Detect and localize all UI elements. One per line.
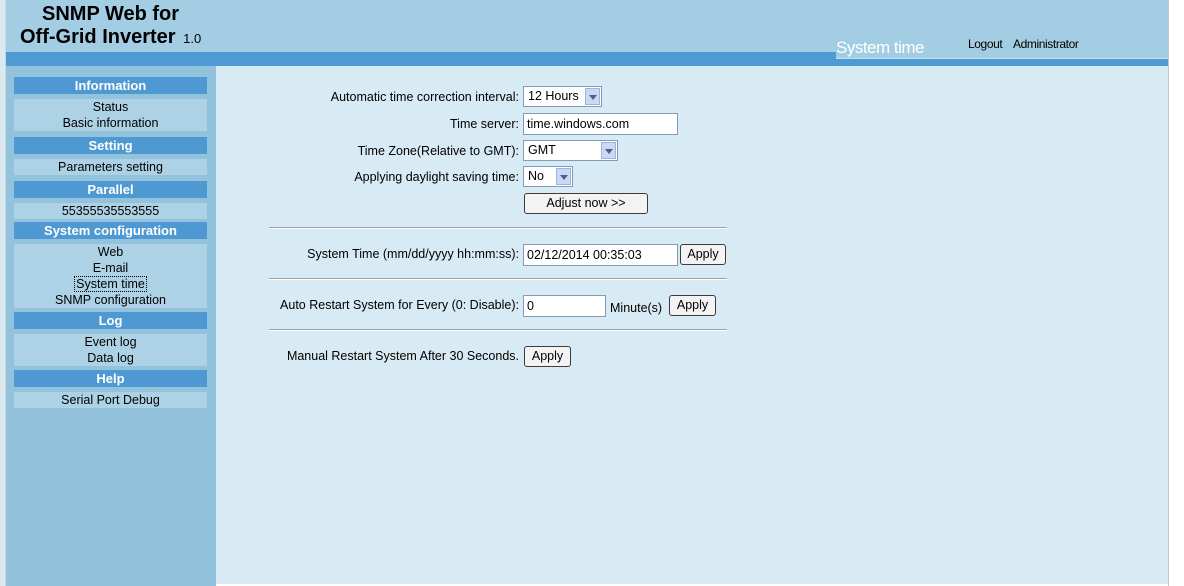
nav-item-label: 55355535553555: [61, 204, 160, 218]
system-time-input[interactable]: 02/12/2014 00:35:03: [523, 244, 678, 266]
chevron-down-icon: [556, 168, 571, 185]
nav-item-serial-port-debug[interactable]: Serial Port Debug: [14, 392, 207, 408]
chevron-down-icon: [585, 88, 600, 105]
nav-heading-system-configuration[interactable]: System configuration: [14, 222, 207, 239]
nav-heading-help[interactable]: Help: [14, 370, 207, 387]
app-version: 1.0: [183, 31, 202, 46]
apply-system-time-button[interactable]: Apply: [680, 244, 726, 265]
nav-item-status[interactable]: Status: [14, 99, 207, 115]
user-link[interactable]: Administrator: [1013, 37, 1079, 51]
nav-item-label: Event log: [84, 335, 137, 349]
nav-heading-information[interactable]: Information: [14, 77, 207, 94]
nav-group-log: Event log Data log: [14, 334, 207, 366]
nav-heading-parallel[interactable]: Parallel: [14, 181, 207, 198]
nav-item-basic-information[interactable]: Basic information: [14, 115, 207, 131]
adjust-now-button[interactable]: Adjust now >>: [524, 193, 648, 214]
sidebar: Information Status Basic information Set…: [6, 66, 216, 586]
nav-item-label: Data log: [87, 351, 134, 365]
auto-restart-input[interactable]: 0: [523, 295, 606, 317]
divider: [269, 329, 727, 331]
nav-group-parallel: 55355535553555: [14, 203, 207, 219]
dst-label: Applying daylight saving time:: [354, 170, 519, 184]
auto-restart-label: Auto Restart System for Every (0: Disabl…: [280, 298, 519, 312]
page-heading: System time: [836, 38, 925, 57]
system-time-label: System Time (mm/dd/yyyy hh:mm:ss):: [307, 247, 519, 261]
nav-item-label: System time: [74, 276, 147, 292]
chevron-down-icon: [601, 142, 616, 159]
timezone-label: Time Zone(Relative to GMT):: [357, 144, 519, 158]
timezone-selected-value: GMT: [528, 143, 556, 157]
time-server-label: Time server:: [450, 117, 519, 131]
nav-item-label: Basic information: [62, 116, 159, 130]
logout-link[interactable]: Logout: [968, 37, 1003, 51]
nav-group-setting: Parameters setting: [14, 159, 207, 175]
nav-item-label: SNMP configuration: [55, 293, 166, 307]
nav-item-label: Status: [92, 100, 129, 114]
app-title-line2: Off-Grid Inverter 1.0: [20, 26, 201, 49]
nav-item-email[interactable]: E-mail: [14, 260, 207, 276]
time-server-input[interactable]: time.windows.com: [523, 113, 678, 135]
header-bar: [6, 52, 836, 66]
dst-selected-value: No: [528, 169, 544, 183]
interval-selected-value: 12 Hours: [528, 89, 579, 103]
nav-item-event-log[interactable]: Event log: [14, 334, 207, 350]
nav-group-information: Status Basic information: [14, 99, 207, 131]
nav-heading-setting[interactable]: Setting: [14, 137, 207, 154]
nav-item-label: Serial Port Debug: [61, 393, 160, 407]
nav-item-parameters-setting[interactable]: Parameters setting: [14, 159, 207, 175]
dst-select[interactable]: No: [523, 166, 573, 187]
nav-item-parallel-id[interactable]: 55355535553555: [14, 203, 207, 219]
timezone-select[interactable]: GMT: [523, 140, 618, 161]
app-title-text: Off-Grid Inverter: [20, 26, 176, 48]
nav-heading-log[interactable]: Log: [14, 312, 207, 329]
header-bar-right: [836, 58, 1168, 66]
nav-item-label: Parameters setting: [58, 160, 163, 174]
nav-group-help: Serial Port Debug: [14, 392, 207, 408]
nav-item-label: E-mail: [92, 261, 129, 275]
manual-restart-label: Manual Restart System After 30 Seconds.: [286, 349, 519, 363]
nav-item-label: Web: [97, 245, 124, 259]
app-title-line1: SNMP Web for: [42, 3, 180, 25]
nav-item-web[interactable]: Web: [14, 244, 207, 260]
interval-label: Automatic time correction interval:: [330, 90, 519, 104]
nav-group-system-configuration: Web E-mail System time SNMP configuratio…: [14, 244, 207, 308]
window-right-edge: [1168, 0, 1184, 586]
nav-item-snmp-configuration[interactable]: SNMP configuration: [14, 292, 207, 308]
interval-select[interactable]: 12 Hours: [523, 86, 602, 107]
nav-item-data-log[interactable]: Data log: [14, 350, 207, 366]
nav-item-system-time[interactable]: System time: [14, 276, 207, 292]
divider: [269, 278, 727, 280]
divider: [269, 227, 727, 229]
apply-manual-restart-button[interactable]: Apply: [524, 346, 571, 367]
apply-auto-restart-button[interactable]: Apply: [669, 295, 716, 316]
minutes-unit-label: Minute(s): [610, 301, 663, 315]
